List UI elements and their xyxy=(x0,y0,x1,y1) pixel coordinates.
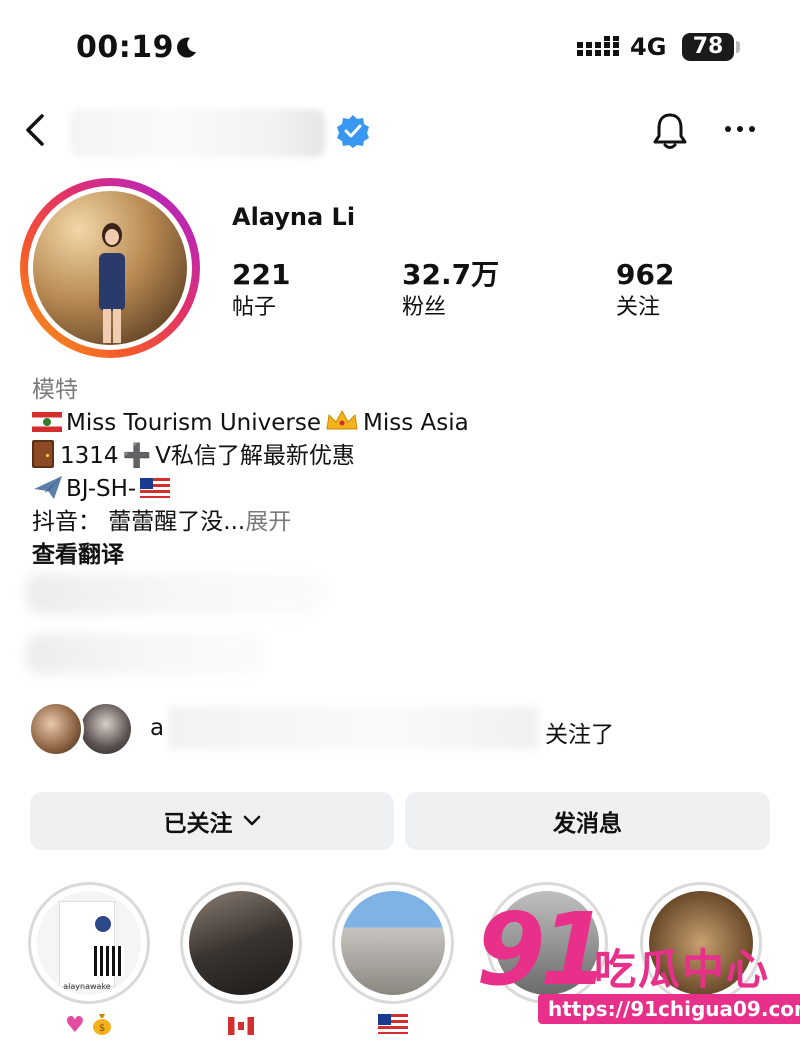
status-bar: 00:19 4G 78 xyxy=(0,0,800,95)
lebanon-flag-icon xyxy=(32,412,62,432)
highlight-label xyxy=(332,1010,454,1040)
svg-text:$: $ xyxy=(99,1023,105,1034)
display-name: Alayna Li xyxy=(232,203,356,231)
bio-line-1-text-b: Miss Asia xyxy=(363,410,469,436)
stat-posts[interactable]: 221 帖子 xyxy=(232,258,290,322)
chevron-down-icon xyxy=(243,815,260,826)
story-highlight[interactable] xyxy=(332,882,454,1040)
heart-icon: ♥ xyxy=(64,1013,85,1038)
door-icon xyxy=(32,440,54,468)
stat-followers-count: 32.7万 xyxy=(402,258,500,291)
profile-avatar[interactable] xyxy=(20,178,200,358)
bio-line-2: 1314 ➕ V私信了解最新优惠 xyxy=(32,440,772,473)
moon-icon xyxy=(177,37,196,58)
crown-icon xyxy=(326,409,358,430)
profile-header xyxy=(0,95,800,165)
followed-by-suffix: 关注了 xyxy=(545,722,614,748)
bio-line-1-text-a: Miss Tourism Universe xyxy=(66,410,321,436)
bell-icon[interactable] xyxy=(650,111,690,151)
us-flag-icon xyxy=(140,478,171,498)
story-highlight[interactable] xyxy=(180,882,302,1040)
battery-cap xyxy=(736,41,740,53)
avatar-figure xyxy=(99,223,125,343)
bio-line-2-text-b: V私信了解最新优惠 xyxy=(155,443,355,469)
more-options-icon[interactable] xyxy=(722,117,758,141)
highlight-cover: alaynawake xyxy=(37,891,141,995)
battery-indicator: 78 xyxy=(682,33,734,61)
plus-icon: ➕ xyxy=(122,443,152,469)
message-button-label: 发消息 xyxy=(553,811,622,837)
highlight-cover xyxy=(189,891,293,995)
bio-line-4-text: 抖音： 蕾蕾醒了没... xyxy=(32,509,246,535)
followed-by-row[interactable]: a 关注了 xyxy=(0,695,800,765)
follower-avatar xyxy=(78,701,134,757)
username-blurred xyxy=(70,109,325,157)
back-arrow-icon[interactable] xyxy=(22,113,48,147)
message-button[interactable]: 发消息 xyxy=(405,792,770,850)
bio-link-blurred xyxy=(26,574,326,614)
status-time: 00:19 xyxy=(76,30,174,65)
site-watermark: 91 吃瓜中心 https://91chigua09.com xyxy=(476,891,800,1030)
bio-link-blurred-2 xyxy=(26,634,266,674)
signal-icon xyxy=(577,36,619,56)
highlight-cover xyxy=(341,891,445,995)
stat-following[interactable]: 962 关注 xyxy=(616,258,674,322)
canada-flag-icon xyxy=(228,1017,254,1035)
watermark-number: 91 xyxy=(476,891,609,1008)
watermark-url: https://91chigua09.com xyxy=(538,994,800,1024)
following-button-label: 已关注 xyxy=(163,811,233,837)
stat-followers-label: 粉丝 xyxy=(402,295,447,320)
stat-following-count: 962 xyxy=(616,258,675,291)
highlight-label xyxy=(180,1010,302,1040)
bio-line-3-text: BJ-SH- xyxy=(66,476,137,502)
bio-category: 模特 xyxy=(32,377,78,403)
app-logo-icon xyxy=(95,916,111,932)
followed-by-prefix: a xyxy=(150,715,165,741)
qr-code-icon xyxy=(94,946,124,976)
following-button[interactable]: 已关注 xyxy=(30,792,394,850)
profile-bio: 模特 Miss Tourism Universe Miss Asia 1314 ➕ V… xyxy=(32,374,772,572)
qr-caption: alaynawake xyxy=(63,982,111,991)
bio-line-2-text-a: 1314 xyxy=(60,443,119,469)
followed-by-names-blurred xyxy=(168,707,538,749)
qr-card: alaynawake xyxy=(59,901,124,991)
bio-line-1: Miss Tourism Universe Miss Asia xyxy=(32,407,772,440)
us-flag-icon xyxy=(378,1014,408,1034)
see-translation-link[interactable]: 查看翻译 xyxy=(32,539,772,572)
bio-expand-link[interactable]: 展开 xyxy=(245,509,291,535)
moneybag-icon: $ xyxy=(93,1014,112,1035)
stat-followers[interactable]: 32.7万 粉丝 xyxy=(402,258,499,322)
stat-following-label: 关注 xyxy=(616,295,661,320)
network-type: 4G xyxy=(630,33,667,61)
watermark-text: 吃瓜中心 xyxy=(594,945,771,994)
avatar-photo xyxy=(33,191,187,345)
stat-posts-label: 帖子 xyxy=(232,295,277,320)
follower-avatar xyxy=(28,701,84,757)
stat-posts-count: 221 xyxy=(232,258,291,291)
airplane-icon xyxy=(34,476,62,499)
verified-badge-icon xyxy=(337,115,369,148)
bio-line-3: BJ-SH- xyxy=(32,473,772,506)
highlight-label: ♥ $ xyxy=(28,1010,150,1040)
bio-line-4: 抖音： 蕾蕾醒了没...展开 xyxy=(32,506,772,539)
story-highlight[interactable]: alaynawake ♥ $ xyxy=(28,882,150,1040)
